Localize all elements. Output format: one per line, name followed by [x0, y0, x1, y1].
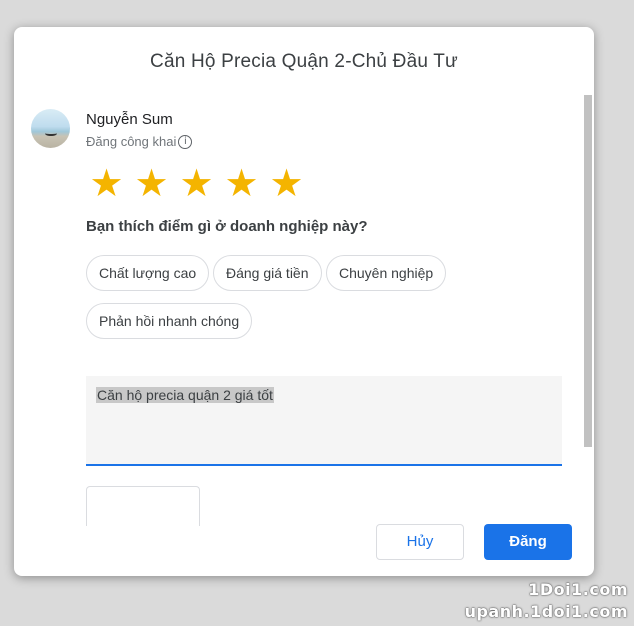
star-rating[interactable]: ★ ★ ★ ★ ★: [84, 163, 309, 203]
review-text-value: Căn hộ precia quận 2 giá tốt: [96, 387, 274, 403]
watermark-line-2: upanh.1doi1.com: [464, 602, 628, 621]
chip-professional[interactable]: Chuyên nghiệp: [326, 255, 447, 291]
star-4-icon[interactable]: ★: [219, 163, 264, 203]
star-1-icon[interactable]: ★: [84, 163, 129, 203]
review-text-input[interactable]: Căn hộ precia quận 2 giá tốt: [86, 376, 562, 466]
avatar: [31, 109, 70, 148]
question-heading: Bạn thích điểm gì ở doanh nghiệp này?: [86, 218, 368, 235]
review-dialog: Căn Hộ Precia Quận 2-Chủ Đầu Tư Nguyễn S…: [14, 27, 594, 576]
chip-value-for-money[interactable]: Đáng giá tiền: [213, 255, 322, 291]
user-name: Nguyễn Sum: [86, 111, 173, 128]
avatar-photo: [45, 129, 57, 136]
star-2-icon[interactable]: ★: [129, 163, 174, 203]
chip-high-quality[interactable]: Chất lượng cao: [86, 255, 210, 291]
post-button[interactable]: Đăng: [484, 524, 572, 560]
dialog-title: Căn Hộ Precia Quận 2-Chủ Đầu Tư: [150, 51, 458, 72]
star-3-icon[interactable]: ★: [174, 163, 219, 203]
chip-quick-response[interactable]: Phản hồi nhanh chóng: [86, 303, 253, 339]
star-5-icon[interactable]: ★: [264, 163, 309, 203]
cancel-button[interactable]: Hủy: [376, 524, 464, 560]
info-icon[interactable]: i: [178, 134, 193, 149]
visibility-text: Đăng công khai: [86, 134, 177, 149]
watermark-line-1: 1Doi1.com: [528, 580, 628, 599]
add-photo-box[interactable]: [86, 486, 200, 526]
scrollbar-thumb[interactable]: [584, 95, 592, 447]
visibility-label: Đăng công khai i: [86, 134, 193, 149]
